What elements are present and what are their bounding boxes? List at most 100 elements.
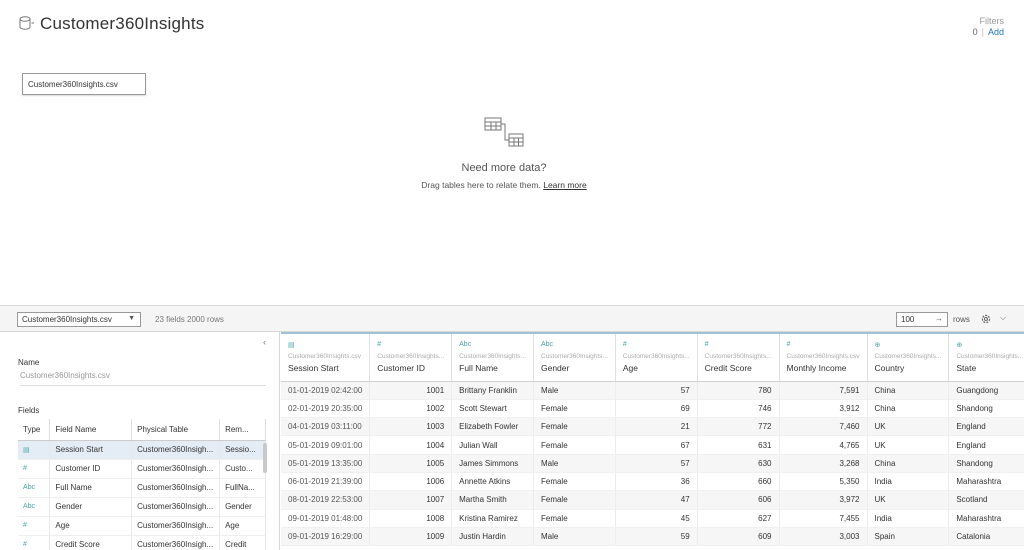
grid-cell[interactable]: Male xyxy=(533,527,616,547)
grid-cell[interactable]: James Simmons xyxy=(451,454,534,473)
grid-cell[interactable]: 1001 xyxy=(369,381,453,400)
grid-cell[interactable]: 3,003 xyxy=(779,527,868,547)
grid-cell[interactable]: 1007 xyxy=(369,490,453,510)
grid-column-header[interactable]: ⊕ Customer360Insights... Country xyxy=(867,332,950,382)
number-type-icon[interactable]: # xyxy=(705,341,772,351)
grid-cell[interactable]: 47 xyxy=(615,490,698,510)
grid-cell[interactable]: 4,765 xyxy=(779,435,868,455)
grid-cell[interactable]: 7,460 xyxy=(779,417,868,437)
grid-cell[interactable]: Guangdong xyxy=(948,381,1024,400)
number-type-icon[interactable]: # xyxy=(18,516,51,536)
grid-cell[interactable]: Female xyxy=(533,435,616,455)
grid-cell[interactable]: 606 xyxy=(697,490,780,510)
string-type-icon[interactable]: Abc xyxy=(541,341,608,351)
grid-cell[interactable]: 630 xyxy=(697,454,780,473)
grid-column-header[interactable]: Abc Customer360Insights... Full Name xyxy=(451,332,534,382)
string-type-icon[interactable]: Abc xyxy=(18,497,51,517)
grid-cell[interactable]: 746 xyxy=(697,399,780,419)
grid-cell[interactable]: UK xyxy=(867,417,950,437)
grid-cell[interactable]: 06-01-2019 21:39:00 xyxy=(281,472,371,492)
grid-cell[interactable]: UK xyxy=(867,435,950,455)
grid-row[interactable]: 05-01-2019 09:01:00 1004 Julian Wall Female… xyxy=(281,435,1024,455)
gear-icon[interactable] xyxy=(980,313,992,325)
field-row[interactable]: # Credit Score Customer360Insigh... Credit xyxy=(18,535,266,550)
grid-cell[interactable]: Maharashtra xyxy=(948,472,1024,492)
grid-cell[interactable]: 772 xyxy=(697,417,780,437)
name-field[interactable]: Customer360Insights.csv xyxy=(20,371,266,386)
canvas-table-chip[interactable]: Customer360Insights.csv xyxy=(22,73,146,95)
column-name[interactable]: Credit Score xyxy=(705,363,772,373)
calendar-icon[interactable]: ▤ xyxy=(18,440,51,460)
column-name[interactable]: Full Name xyxy=(459,363,526,373)
grid-cell[interactable]: China xyxy=(867,399,950,419)
grid-cell[interactable]: England xyxy=(948,435,1024,455)
grid-cell[interactable]: Female xyxy=(533,509,616,528)
grid-cell[interactable]: Annette Atkins xyxy=(451,472,534,492)
string-type-icon[interactable]: Abc xyxy=(18,478,51,498)
grid-cell[interactable]: 5,350 xyxy=(779,472,868,492)
grid-cell[interactable]: China xyxy=(867,454,950,473)
grid-cell[interactable]: Shandong xyxy=(948,454,1024,473)
grid-column-header[interactable]: Abc Customer360Insights... Gender xyxy=(533,332,616,382)
grid-cell[interactable]: 1006 xyxy=(369,472,453,492)
grid-row[interactable]: 06-01-2019 21:39:00 1006 Annette Atkins Fem… xyxy=(281,472,1024,492)
grid-cell[interactable]: 01-01-2019 02:42:00 xyxy=(281,381,371,400)
fields-col-field-name[interactable]: Field Name xyxy=(49,419,133,441)
grid-cell[interactable]: Female xyxy=(533,399,616,419)
grid-cell[interactable]: 69 xyxy=(615,399,698,419)
grid-cell[interactable]: 04-01-2019 03:11:00 xyxy=(281,417,371,437)
field-row[interactable]: ▤ Session Start Customer360Insigh... Sessio… xyxy=(18,440,266,460)
grid-cell[interactable]: England xyxy=(948,417,1024,437)
fields-scrollbar[interactable] xyxy=(263,443,267,473)
grid-cell[interactable]: Julian Wall xyxy=(451,435,534,455)
grid-cell[interactable]: Male xyxy=(533,381,616,400)
grid-column-header[interactable]: ▤ Customer360Insights.csv Session Start xyxy=(281,332,371,382)
grid-cell[interactable]: UK xyxy=(867,490,950,510)
chevron-down-icon[interactable]: ⌵ xyxy=(1000,313,1006,323)
globe-icon[interactable]: ⊕ xyxy=(956,341,1023,351)
column-name[interactable]: State xyxy=(956,363,1023,373)
collapse-panel-icon[interactable]: ‹ xyxy=(263,337,266,347)
number-type-icon[interactable]: # xyxy=(787,341,860,351)
arrow-right-icon[interactable]: → xyxy=(935,314,943,323)
grid-cell[interactable]: 02-01-2019 20:35:00 xyxy=(281,399,371,419)
grid-cell[interactable]: 09-01-2019 01:48:00 xyxy=(281,509,371,528)
grid-cell[interactable]: Spain xyxy=(867,527,950,547)
grid-cell[interactable]: India xyxy=(867,509,950,528)
grid-cell[interactable]: 21 xyxy=(615,417,698,437)
datasource-select[interactable]: Customer360Insights.csv ▼ xyxy=(17,312,141,327)
field-row[interactable]: # Age Customer360Insigh... Age xyxy=(18,516,266,536)
grid-cell[interactable]: 609 xyxy=(697,527,780,547)
grid-cell[interactable]: 780 xyxy=(697,381,780,400)
grid-column-header[interactable]: # Customer360Insights... Credit Score xyxy=(697,332,780,382)
grid-cell[interactable]: 57 xyxy=(615,381,698,400)
grid-cell[interactable]: 45 xyxy=(615,509,698,528)
database-icon[interactable] xyxy=(18,14,36,34)
grid-row[interactable]: 09-01-2019 01:48:00 1008 Kristina Ramirez F… xyxy=(281,509,1024,528)
grid-cell[interactable]: Brittany Franklin xyxy=(451,381,534,400)
column-name[interactable]: Gender xyxy=(541,363,608,373)
grid-cell[interactable]: 1002 xyxy=(369,399,453,419)
grid-row[interactable]: 02-01-2019 20:35:00 1002 Scott Stewart Fema… xyxy=(281,399,1024,419)
grid-cell[interactable]: Maharashtra xyxy=(948,509,1024,528)
grid-cell[interactable]: 3,912 xyxy=(779,399,868,419)
rows-count-input[interactable]: 100 → xyxy=(896,312,948,327)
grid-cell[interactable]: 627 xyxy=(697,509,780,528)
number-type-icon[interactable]: # xyxy=(18,535,51,550)
grid-cell[interactable]: 1008 xyxy=(369,509,453,528)
column-name[interactable]: Customer ID xyxy=(377,363,444,373)
grid-cell[interactable]: Shandong xyxy=(948,399,1024,419)
learn-more-link[interactable]: Learn more xyxy=(543,180,586,190)
field-row[interactable]: # Customer ID Customer360Insigh... Custo... xyxy=(18,459,266,479)
globe-icon[interactable]: ⊕ xyxy=(875,341,942,351)
fields-col-physical-table[interactable]: Physical Table xyxy=(131,419,221,441)
grid-cell[interactable]: 09-01-2019 16:29:00 xyxy=(281,527,371,547)
calendar-icon[interactable]: ▤ xyxy=(288,341,362,351)
grid-cell[interactable]: 1009 xyxy=(369,527,453,547)
grid-cell[interactable]: 7,455 xyxy=(779,509,868,528)
grid-cell[interactable]: 1003 xyxy=(369,417,453,437)
grid-cell[interactable]: 660 xyxy=(697,472,780,492)
grid-row[interactable]: 09-01-2019 16:29:00 1009 Justin Hardin Male… xyxy=(281,527,1024,547)
grid-column-header[interactable]: # Customer360Insights... Customer ID xyxy=(369,332,453,382)
grid-cell[interactable]: China xyxy=(867,381,950,400)
